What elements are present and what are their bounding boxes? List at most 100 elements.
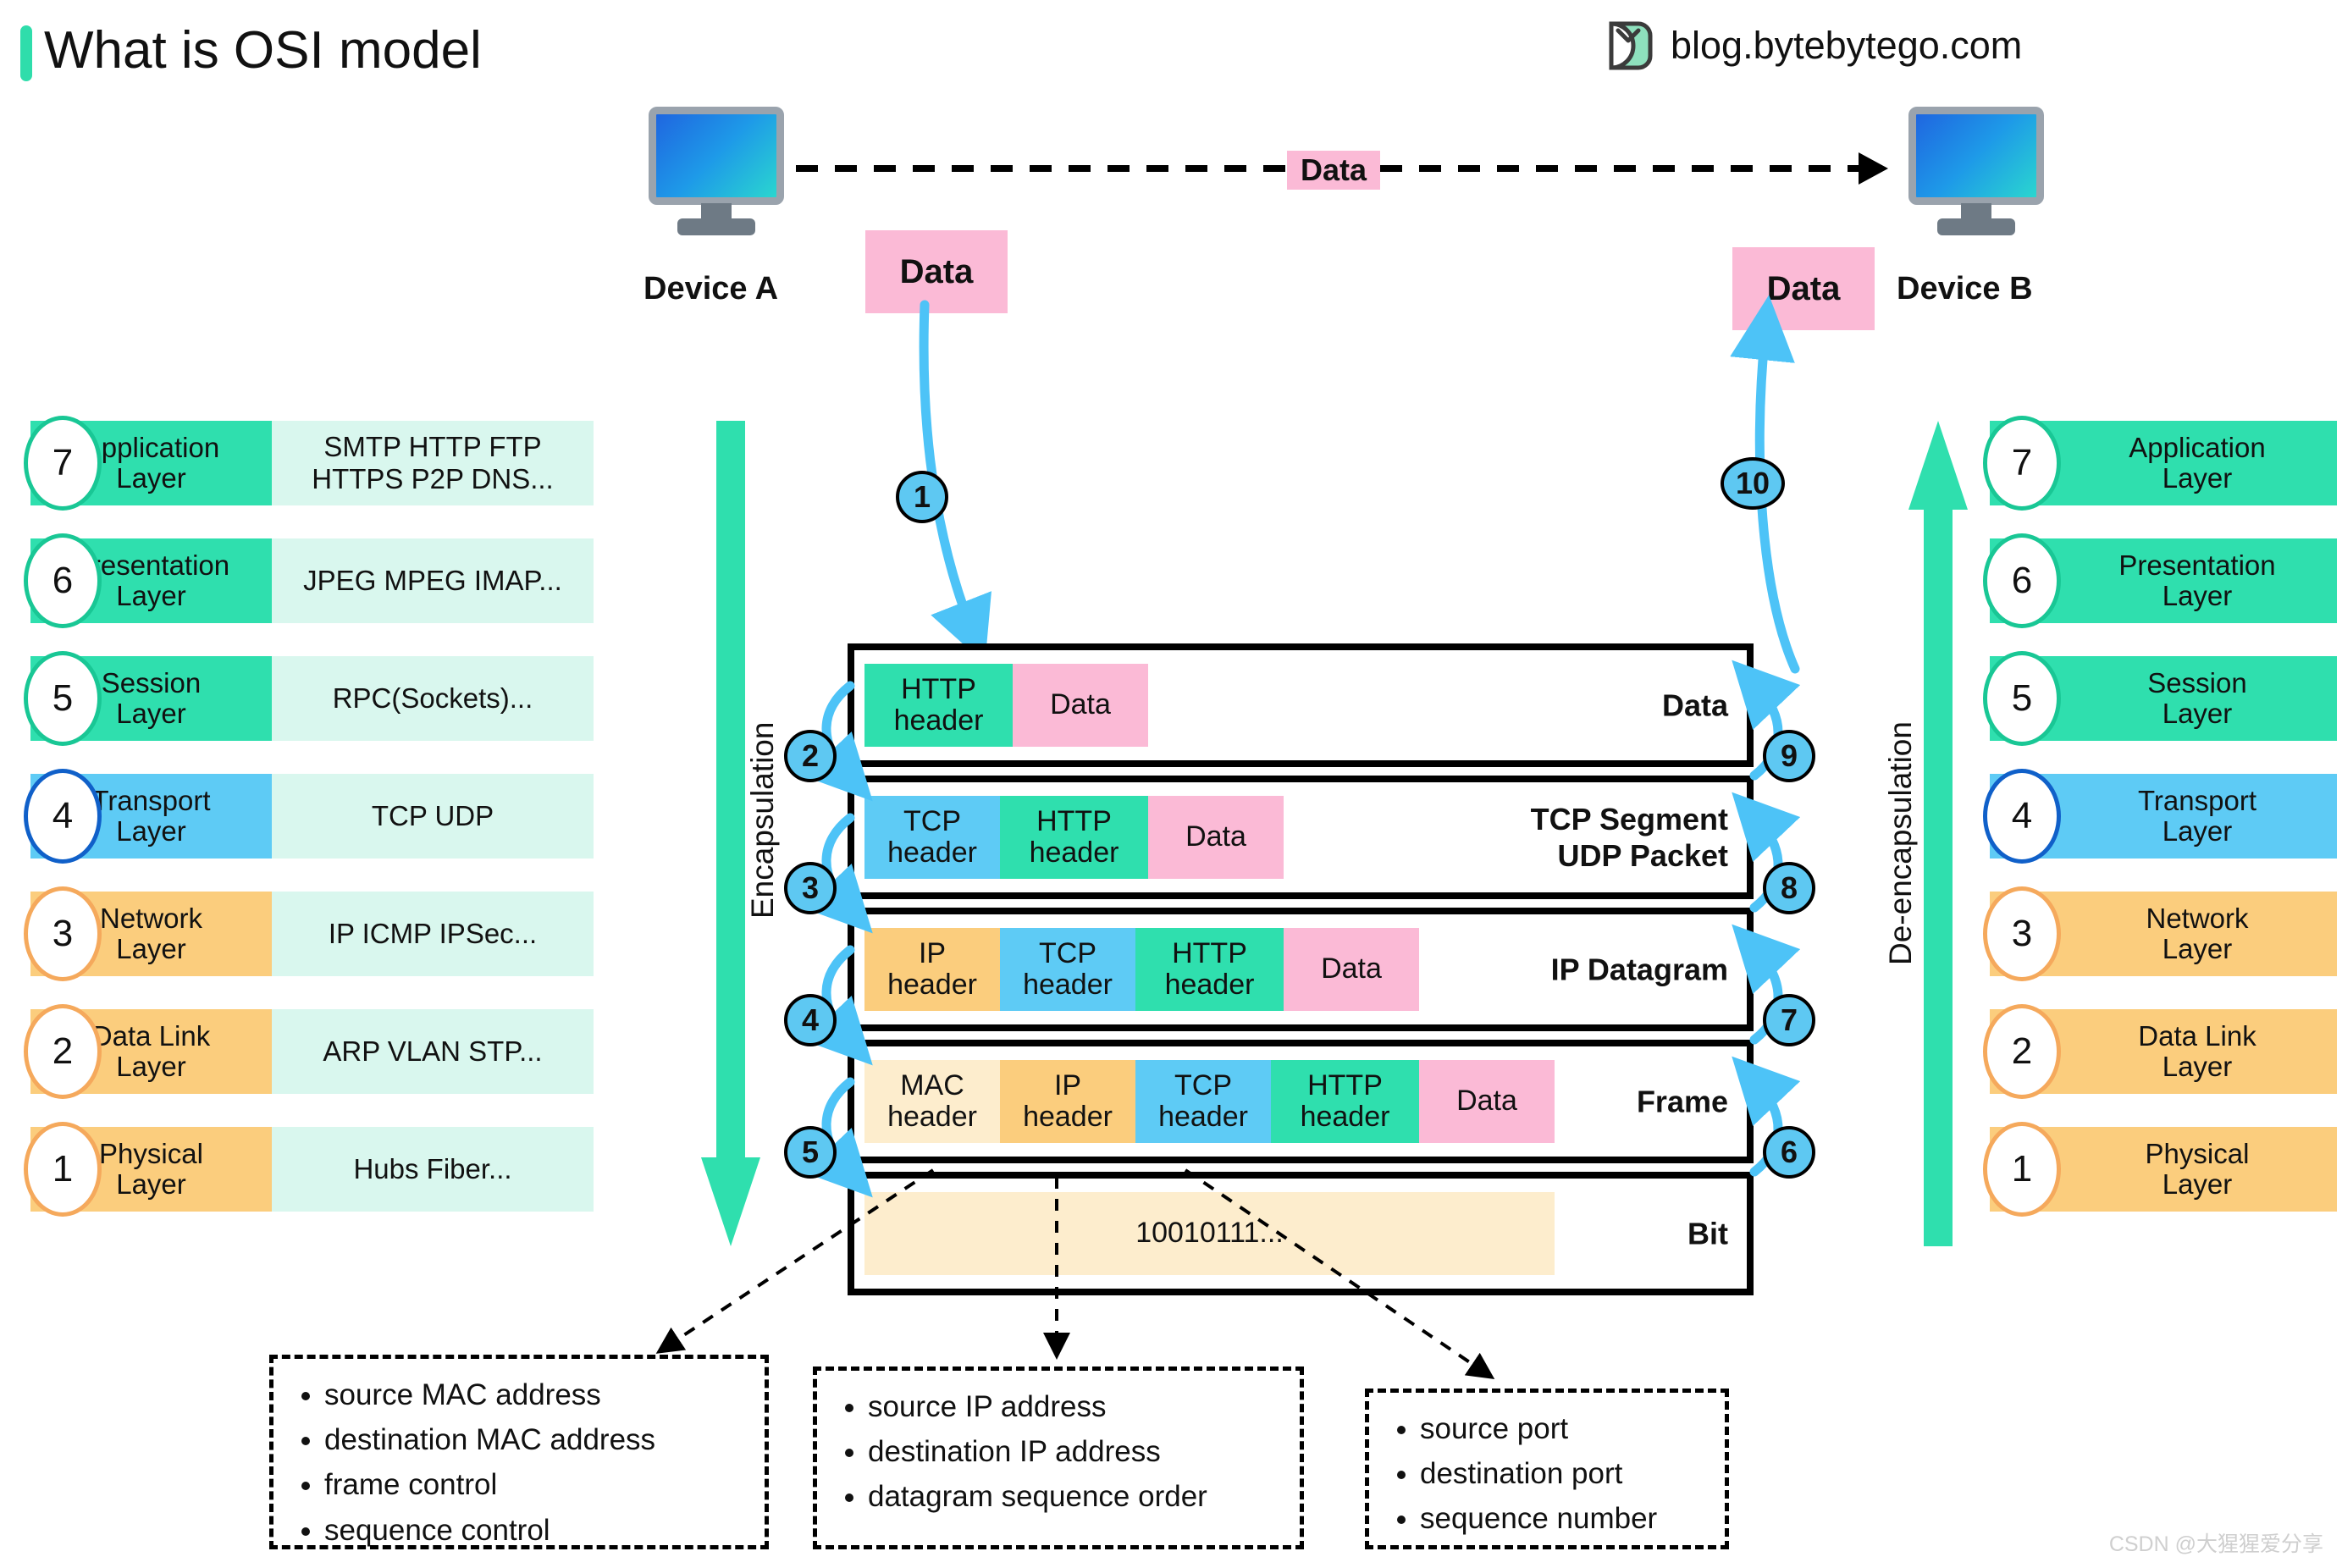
detail-item: datagram sequence order (868, 1474, 1281, 1519)
segment-line1: HTTP (1172, 936, 1247, 969)
packet-segment-http: HTTP header (1135, 928, 1284, 1011)
osi-left-row-transport[interactable]: Transport Layer TCP UDP 4 (24, 769, 594, 864)
detail-item: source IP address (868, 1384, 1281, 1429)
osi-model-diagram: What is OSI model blog.bytebytego.com De… (0, 0, 2342, 1568)
osi-left-row-data-link[interactable]: Data Link Layer ARP VLAN STP... 2 (24, 1004, 594, 1099)
monitor-screen (649, 107, 784, 205)
osi-left-row-session[interactable]: Session Layer RPC(Sockets)... 5 (24, 651, 594, 746)
layer-name-line2: Layer (2162, 698, 2233, 729)
watermark: CSDN @大猩猩爱分享 (2108, 1532, 2323, 1556)
packet-unit-label: Bit (1687, 1216, 1728, 1251)
layer-name-line2: Layer (116, 1051, 186, 1082)
detail-item: sequence number (1420, 1496, 1706, 1541)
packet-row-1: HTTP header Data Data (848, 643, 1754, 767)
layer-number-badge: 3 (1983, 886, 2061, 981)
layer-number-badge: 2 (1983, 1004, 2061, 1099)
layer-name-line2: Layer (116, 933, 186, 964)
step10-curved-arrow (1730, 295, 1800, 674)
layer-number-badge: 4 (1983, 769, 2061, 864)
step1-curved-arrow (919, 300, 991, 664)
layer-protocols: TCP UDP (272, 774, 594, 859)
packet-segment-http: HTTP header (1000, 796, 1148, 879)
segment-line1: Data (1050, 688, 1111, 721)
segment-line1: TCP (903, 804, 961, 837)
brand: blog.bytebytego.com (1606, 19, 2022, 73)
layer-name-line2: Layer (116, 1168, 186, 1200)
packet-row-2: TCP header HTTP header Data TCP Segment UDP P… (848, 776, 1754, 899)
step-circle-9: 9 (1763, 730, 1815, 782)
step-circle-2: 2 (784, 730, 837, 782)
encapsulation-label: Encapsulation (745, 721, 780, 919)
layer-name-line2: Layer (2162, 580, 2233, 611)
osi-right-row-presentation[interactable]: Presentation Layer 6 (1983, 533, 2337, 628)
layer-name-line1: Application (82, 432, 220, 464)
tcp-header-details-list: source portdestination portsequence numb… (1369, 1393, 1725, 1555)
page-title: What is OSI model (44, 21, 482, 80)
packet-segments: HTTP header Data (864, 664, 1148, 747)
layer-number-badge: 3 (24, 886, 102, 981)
osi-left-row-presentation[interactable]: Presentation Layer JPEG MPEG IMAP... 6 (24, 533, 594, 628)
layer-protocols: RPC(Sockets)... (272, 656, 594, 741)
step-circle-10: 10 (1721, 457, 1785, 510)
segment-line2: header (1164, 969, 1255, 1001)
layer-name-line2: Layer (2162, 1051, 2233, 1082)
layer-number-badge: 6 (1983, 533, 2061, 628)
step-circle-1: 1 (896, 471, 948, 523)
packet-unit-label: Data (1661, 687, 1728, 723)
step-circle-5: 5 (784, 1126, 837, 1179)
monitor-screen (1908, 107, 2044, 205)
osi-left-row-network[interactable]: Network Layer IP ICMP IPSec... 3 (24, 886, 594, 981)
detail-item: sequence control (324, 1508, 746, 1553)
osi-right-row-physical[interactable]: Physical Layer 1 (1983, 1122, 2337, 1217)
packet-segment-data: Data (1013, 664, 1148, 747)
packet-row-3: IP header TCP header HTTP header Data IP Datagr… (848, 908, 1754, 1031)
osi-right-row-transport[interactable]: Transport Layer 4 (1983, 769, 2337, 864)
detail-item: destination MAC address (324, 1417, 746, 1462)
layer-name-line1: Presentation (2118, 549, 2276, 582)
layer-name-line1: Session (101, 667, 202, 699)
layer-number-badge: 7 (24, 416, 102, 511)
layer-number-badge: 6 (24, 533, 102, 628)
monitor-base (1937, 218, 2015, 235)
layer-number-badge: 1 (24, 1122, 102, 1217)
step-circle-6: 6 (1763, 1126, 1815, 1179)
layer-protocols: Hubs Fiber... (272, 1127, 594, 1212)
segment-line2: header (893, 704, 984, 737)
detail-item: destination IP address (868, 1429, 1281, 1474)
packet-unit-label: IP Datagram (1550, 952, 1728, 987)
segment-line2: header (887, 969, 977, 1001)
layer-name-line2: Layer (2162, 933, 2233, 964)
osi-right-row-data-link[interactable]: Data Link Layer 2 (1983, 1004, 2337, 1099)
layer-number-badge: 4 (24, 769, 102, 864)
ip-header-details-box: source IP addressdestination IP addressd… (813, 1366, 1304, 1549)
layer-protocols: JPEG MPEG IMAP... (272, 538, 594, 623)
deencapsulation-label: De-encapsulation (1883, 721, 1918, 965)
osi-left-row-application[interactable]: Application Layer SMTP HTTP FTP HTTPS P2P … (24, 416, 594, 511)
device-b-data-chip: Data (1732, 247, 1875, 330)
layer-protocols: ARP VLAN STP... (272, 1009, 594, 1094)
layer-number-badge: 1 (1983, 1122, 2061, 1217)
osi-left-row-physical[interactable]: Physical Layer Hubs Fiber... 1 (24, 1122, 594, 1217)
packet-segment-tcp: TCP header (1000, 928, 1135, 1011)
detail-item: frame control (324, 1462, 746, 1507)
segment-line2: header (1029, 836, 1119, 869)
step-circle-3: 3 (784, 862, 837, 914)
layer-protocols: IP ICMP IPSec... (272, 892, 594, 976)
layer-protocols: SMTP HTTP FTP HTTPS P2P DNS... (272, 421, 594, 505)
packet-segment-tcp: TCP header (864, 796, 1000, 879)
osi-right-row-application[interactable]: Application Layer 7 (1983, 416, 2337, 511)
layer-name-line2: Layer (116, 698, 186, 729)
layer-name-line1: Session (2147, 667, 2247, 699)
layer-name-line1: Network (99, 903, 203, 935)
detail-item: destination port (1420, 1451, 1706, 1496)
layer-name-line1: Data Link (91, 1020, 211, 1052)
osi-right-row-session[interactable]: Session Layer 5 (1983, 651, 2337, 746)
device-b-label: Device B (1897, 271, 2033, 306)
layer-name-line1: Transport (91, 785, 211, 817)
layer-name-line1: Physical (2145, 1138, 2250, 1170)
osi-right-row-network[interactable]: Network Layer 3 (1983, 886, 2337, 981)
segment-line1: HTTP (901, 672, 976, 705)
mac-header-details-box: source MAC addressdestination MAC addres… (269, 1355, 769, 1549)
brand-url: blog.bytebytego.com (1671, 24, 2023, 67)
segment-line2: header (1023, 969, 1113, 1001)
